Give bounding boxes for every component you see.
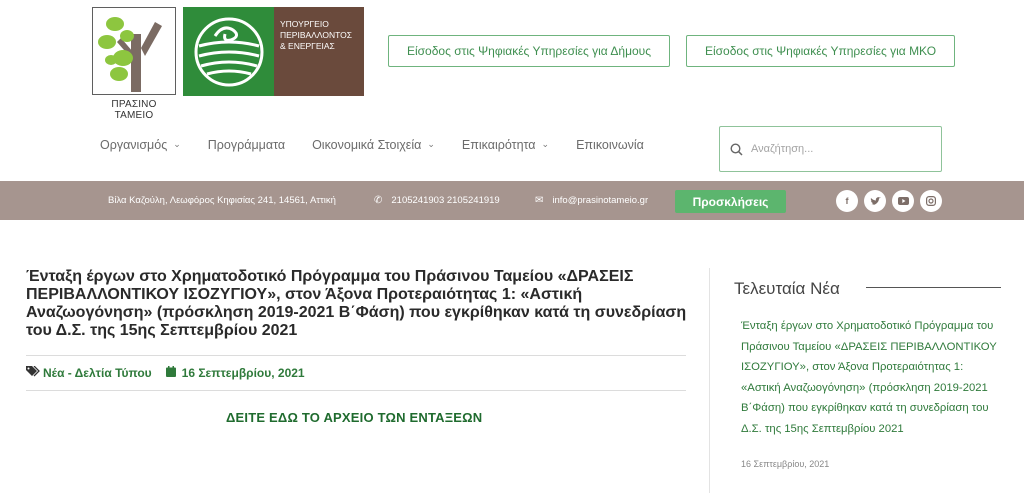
ministry-line-3: & ΕΝΕΡΓΕΙΑΣ [280,41,335,51]
latest-news-link[interactable]: Ένταξη έργων στο Χρηματοδοτικό Πρόγραμμα… [741,316,1001,439]
calendar-icon [165,366,176,380]
ministry-line-1: ΥΠΟΥΡΓΕΙΟ [280,19,329,29]
chevron-down-icon: ⌄ [427,138,435,149]
page: ΠΡΑΣΙΝΟ ΤΑΜΕΙΟ ΥΠΟΥΡΓΕΙΟ ΠΕΡΙΒΑΛΛΟΝΤΟΣ &… [0,0,1024,493]
nav-item-label: Οργανισμός [100,138,168,152]
calls-button[interactable]: Προσκλήσεις [675,190,786,213]
latest-news-date: 16 Σεπτεμβρίου, 2021 [741,459,830,469]
phone-info[interactable]: ✆ 2105241903 2105241919 [374,181,500,220]
envelope-icon: ✉ [535,195,544,206]
ministry-name: ΥΠΟΥΡΓΕΙΟ ΠΕΡΙΒΑΛΛΟΝΤΟΣ & ΕΝΕΡΓΕΙΑΣ [274,7,364,96]
nav-item-label: Επικοινωνία [576,138,644,152]
nav-item-label: Επικαιρότητα [461,138,536,152]
nav-item-news[interactable]: Επικαιρότητα ⌄ [462,137,549,153]
nav-item-contact[interactable]: Επικοινωνία [576,137,644,153]
ministry-logo[interactable]: ΥΠΟΥΡΓΕΙΟ ΠΕΡΙΒΑΛΛΟΝΤΟΣ & ΕΝΕΡΓΕΙΑΣ [183,7,364,96]
phone-numbers: 2105241903 2105241919 [391,195,500,206]
contact-info-bar: Βίλα Καζούλη, Λεωφόρος Κηφισίας 241, 145… [0,181,1024,220]
divider [26,355,686,356]
tags-icon [26,365,40,380]
nav-item-programs[interactable]: Προγράμματα [208,137,285,153]
instagram-icon[interactable] [920,190,942,212]
latest-news-heading: Τελευταία Νέα [734,279,840,298]
nav-item-label: Οικονομικά Στοιχεία [312,138,422,152]
facebook-icon[interactable]: f [836,190,858,212]
ministry-line-2: ΠΕΡΙΒΑΛΛΟΝΤΟΣ [280,30,353,40]
article-meta: Νέα - Δελτία Τύπου 16 Σεπτεμβρίου, 2021 [26,365,305,380]
fund-logo-text: ΠΡΑΣΙΝΟ ΤΑΜΕΙΟ [111,99,157,121]
youtube-icon[interactable] [892,190,914,212]
heading-rule [866,287,1001,288]
nav-item-label: Προγράμματα [207,138,286,152]
article-category-link[interactable]: Νέα - Δελτία Τύπου [43,366,152,380]
address-text: Βίλα Καζούλη, Λεωφόρος Κηφισίας 241, 145… [108,195,336,206]
column-divider [709,268,710,493]
email-address: info@prasinotameio.gr [552,195,649,206]
globe-emblem-icon [194,17,263,86]
municipality-services-button[interactable]: Είσοδος στις Ψηφιακές Υπηρεσίες για Δήμο… [388,35,670,67]
ngo-services-button[interactable]: Είσοδος στις Ψηφιακές Υπηρεσίες για ΜΚΟ [686,35,955,67]
article-date: 16 Σεπτεμβρίου, 2021 [181,366,305,380]
ministry-emblem [183,7,274,96]
divider [26,390,686,391]
green-fund-logo[interactable]: ΠΡΑΣΙΝΟ ΤΑΜΕΙΟ [92,7,176,121]
tree-logo-box [92,7,176,95]
chevron-down-icon: ⌄ [541,138,550,149]
search-icon[interactable] [730,142,743,156]
tree-icon [98,17,162,92]
nav-item-financials[interactable]: Οικονομικά Στοιχεία ⌄ [312,137,435,153]
phone-icon: ✆ [374,195,383,206]
approvals-file-link[interactable]: ΔΕΙΤΕ ΕΔΩ ΤΟ ΑΡΧΕΙΟ ΤΩΝ ΕΝΤΑΞΕΩΝ [226,410,482,425]
nav-item-organization[interactable]: Οργανισμός ⌄ [100,137,181,153]
twitter-icon[interactable] [864,190,886,212]
chevron-down-icon: ⌄ [173,138,181,149]
email-info[interactable]: ✉ info@prasinotameio.gr [535,181,648,220]
article-title: Ένταξη έργων στο Χρηματοδοτικό Πρόγραμμα… [26,268,687,339]
main-nav: Οργανισμός ⌄ Προγράμματα Οικονομικά Στοι… [100,137,671,153]
search-box[interactable] [719,126,942,172]
search-input[interactable] [751,143,931,155]
